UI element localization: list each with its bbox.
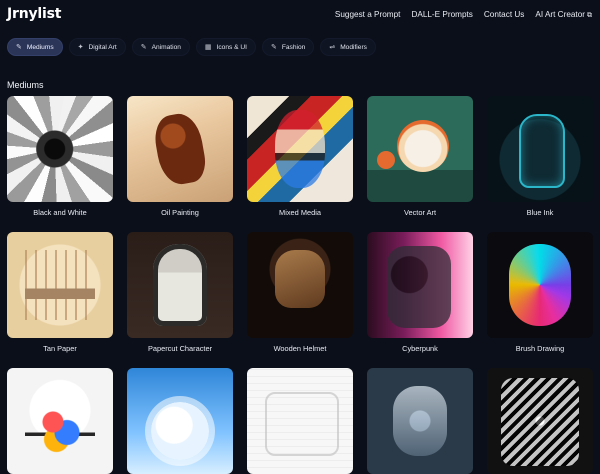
card-label: Papercut Character (147, 344, 213, 353)
card-label: Black and White (33, 208, 87, 217)
tab-label: Modifiers (340, 43, 367, 51)
tab-label: Digital Art (88, 43, 117, 51)
nav-ai-art-creator[interactable]: AI Art Creator ⧉ (535, 10, 592, 20)
card-thumbnail[interactable] (367, 96, 473, 202)
site-logo[interactable]: Jrnylist (7, 6, 61, 22)
card-row3-1[interactable] (7, 368, 113, 474)
card-label: Tan Paper (43, 344, 77, 353)
card-thumbnail[interactable] (247, 96, 353, 202)
card-papercut-character[interactable]: Papercut Character (127, 232, 233, 353)
card-thumbnail[interactable] (127, 232, 233, 338)
card-row3-3[interactable] (247, 368, 353, 474)
card-thumbnail[interactable] (7, 96, 113, 202)
tab-label: Mediums (26, 43, 54, 51)
card-black-and-white[interactable]: Black and White (7, 96, 113, 217)
card-brush-drawing[interactable]: Brush Drawing (487, 232, 593, 353)
card-blue-ink[interactable]: Blue Ink (487, 96, 593, 217)
card-oil-painting[interactable]: Oil Painting (127, 96, 233, 217)
top-nav: Suggest a Prompt DALL-E Prompts Contact … (335, 10, 592, 20)
card-thumbnail[interactable] (127, 368, 233, 474)
nav-ai-art-creator-label: AI Art Creator (535, 10, 585, 19)
card-thumbnail[interactable] (247, 232, 353, 338)
category-tabs: ✎ Mediums ✦ Digital Art ✎ Animation ▦ Ic… (7, 38, 376, 56)
tab-mediums[interactable]: ✎ Mediums (7, 38, 63, 56)
card-thumbnail[interactable] (487, 368, 593, 474)
card-label: Oil Painting (161, 208, 199, 217)
card-label: Vector Art (403, 208, 437, 217)
digital-art-icon: ✦ (77, 44, 84, 51)
card-label: Wooden Helmet (273, 344, 327, 353)
tag-icon: ✎ (270, 44, 277, 51)
card-cyberpunk[interactable]: Cyberpunk (367, 232, 473, 353)
card-mixed-media[interactable]: Mixed Media (247, 96, 353, 217)
card-thumbnail[interactable] (127, 96, 233, 202)
tab-label: Animation (151, 43, 181, 51)
card-thumbnail[interactable] (367, 232, 473, 338)
card-thumbnail[interactable] (7, 232, 113, 338)
brush-icon: ✎ (16, 44, 22, 51)
card-label: Mixed Media (279, 208, 321, 217)
tab-animation[interactable]: ✎ Animation (131, 38, 190, 56)
tab-icons-ui[interactable]: ▦ Icons & UI (195, 38, 256, 56)
section-title: Mediums (7, 80, 44, 90)
card-vector-art[interactable]: Vector Art (367, 96, 473, 217)
card-row3-2[interactable] (127, 368, 233, 474)
nav-dalle-prompts[interactable]: DALL-E Prompts (411, 10, 472, 20)
tab-label: Fashion (281, 43, 306, 51)
card-thumbnail[interactable] (7, 368, 113, 474)
top-bar: Jrnylist Suggest a Prompt DALL-E Prompts… (0, 0, 600, 30)
tab-fashion[interactable]: ✎ Fashion (261, 38, 315, 56)
tab-label: Icons & UI (216, 43, 247, 51)
nav-suggest-prompt[interactable]: Suggest a Prompt (335, 10, 401, 20)
tab-digital-art[interactable]: ✦ Digital Art (68, 38, 126, 56)
external-link-icon: ⧉ (587, 12, 592, 19)
animation-icon: ✎ (140, 44, 147, 51)
sliders-icon: ⇌ (329, 44, 336, 51)
card-label: Cyberpunk (402, 344, 438, 353)
card-row3-4[interactable] (367, 368, 473, 474)
card-wooden-helmet[interactable]: Wooden Helmet (247, 232, 353, 353)
card-thumbnail[interactable] (487, 96, 593, 202)
card-label: Blue Ink (526, 208, 554, 217)
card-row3-5[interactable] (487, 368, 593, 474)
card-thumbnail[interactable] (487, 232, 593, 338)
card-label: Brush Drawing (515, 344, 565, 353)
card-thumbnail[interactable] (247, 368, 353, 474)
nav-contact-us[interactable]: Contact Us (484, 10, 525, 20)
tab-modifiers[interactable]: ⇌ Modifiers (320, 38, 376, 56)
card-thumbnail[interactable] (367, 368, 473, 474)
card-tan-paper[interactable]: Tan Paper (7, 232, 113, 353)
grid-icon: ▦ (204, 44, 212, 51)
